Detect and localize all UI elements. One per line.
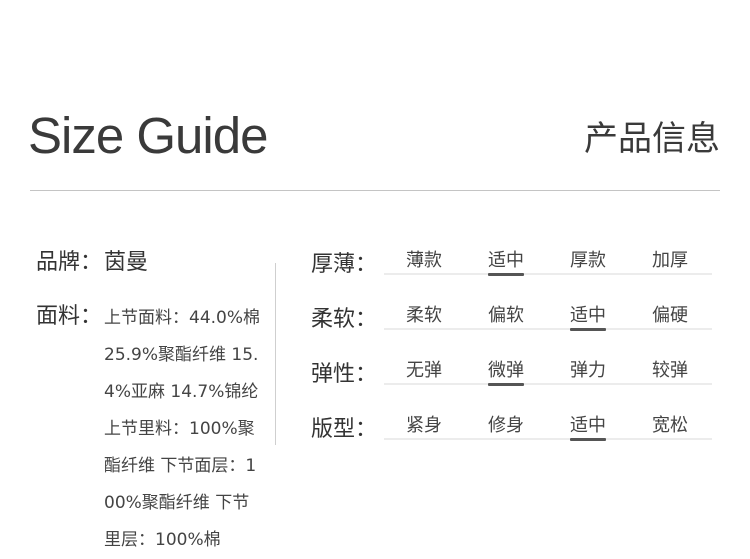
property-label: 柔软：	[311, 307, 378, 332]
fabric-label: 面料：	[36, 304, 103, 329]
brand-row: 品牌： 茵曼	[36, 244, 276, 280]
property-label: 弹性：	[311, 362, 378, 387]
property-label: 厚薄：	[311, 252, 378, 277]
property-option: 弹力	[570, 360, 606, 381]
property-label: 版型：	[311, 417, 378, 442]
property-scale-line	[384, 328, 712, 330]
property-option: 厚款	[570, 250, 606, 271]
property-option: 偏硬	[652, 305, 688, 326]
fabric-row: 面料： 上节面料：44.0%棉25.9%聚酯纤维 15.4%亚麻 14.7%锦纶…	[36, 298, 276, 559]
property-option: 修身	[488, 415, 524, 436]
header-divider	[30, 190, 720, 191]
property-option: 柔软	[406, 305, 442, 326]
basic-info-section: 品牌： 茵曼 面料： 上节面料：44.0%棉25.9%聚酯纤维 15.4%亚麻 …	[36, 244, 276, 559]
property-table: 厚薄： 薄款 适中 厚款 加厚 柔软： 柔软 偏软 适中 偏硬 弹性： 无弹 微…	[311, 246, 721, 466]
fabric-value: 上节面料：44.0%棉25.9%聚酯纤维 15.4%亚麻 14.7%锦纶 上节里…	[104, 308, 261, 550]
property-row-softness: 柔软： 柔软 偏软 适中 偏硬	[311, 301, 721, 356]
property-option: 无弹	[406, 360, 442, 381]
property-option-selected: 适中	[570, 411, 606, 441]
property-option-selected: 微弹	[488, 356, 524, 386]
product-info-title: 产品信息	[584, 119, 720, 159]
property-option-selected: 适中	[488, 246, 524, 276]
property-scale-line	[384, 438, 712, 440]
property-option: 较弹	[652, 360, 688, 381]
property-option: 紧身	[406, 415, 442, 436]
property-option: 宽松	[652, 415, 688, 436]
size-guide-title: Size Guide	[28, 107, 268, 164]
property-row-elasticity: 弹性： 无弹 微弹 弹力 较弹	[311, 356, 721, 411]
property-option: 薄款	[406, 250, 442, 271]
property-option-selected: 适中	[570, 301, 606, 331]
brand-value: 茵曼	[104, 250, 149, 275]
property-option: 加厚	[652, 250, 688, 271]
section-divider	[275, 263, 276, 445]
brand-label: 品牌：	[36, 250, 103, 275]
property-option: 偏软	[488, 305, 524, 326]
property-scale-line	[384, 273, 712, 275]
property-scale-line	[384, 383, 712, 385]
property-row-fit: 版型： 紧身 修身 适中 宽松	[311, 411, 721, 466]
property-row-thickness: 厚薄： 薄款 适中 厚款 加厚	[311, 246, 721, 301]
